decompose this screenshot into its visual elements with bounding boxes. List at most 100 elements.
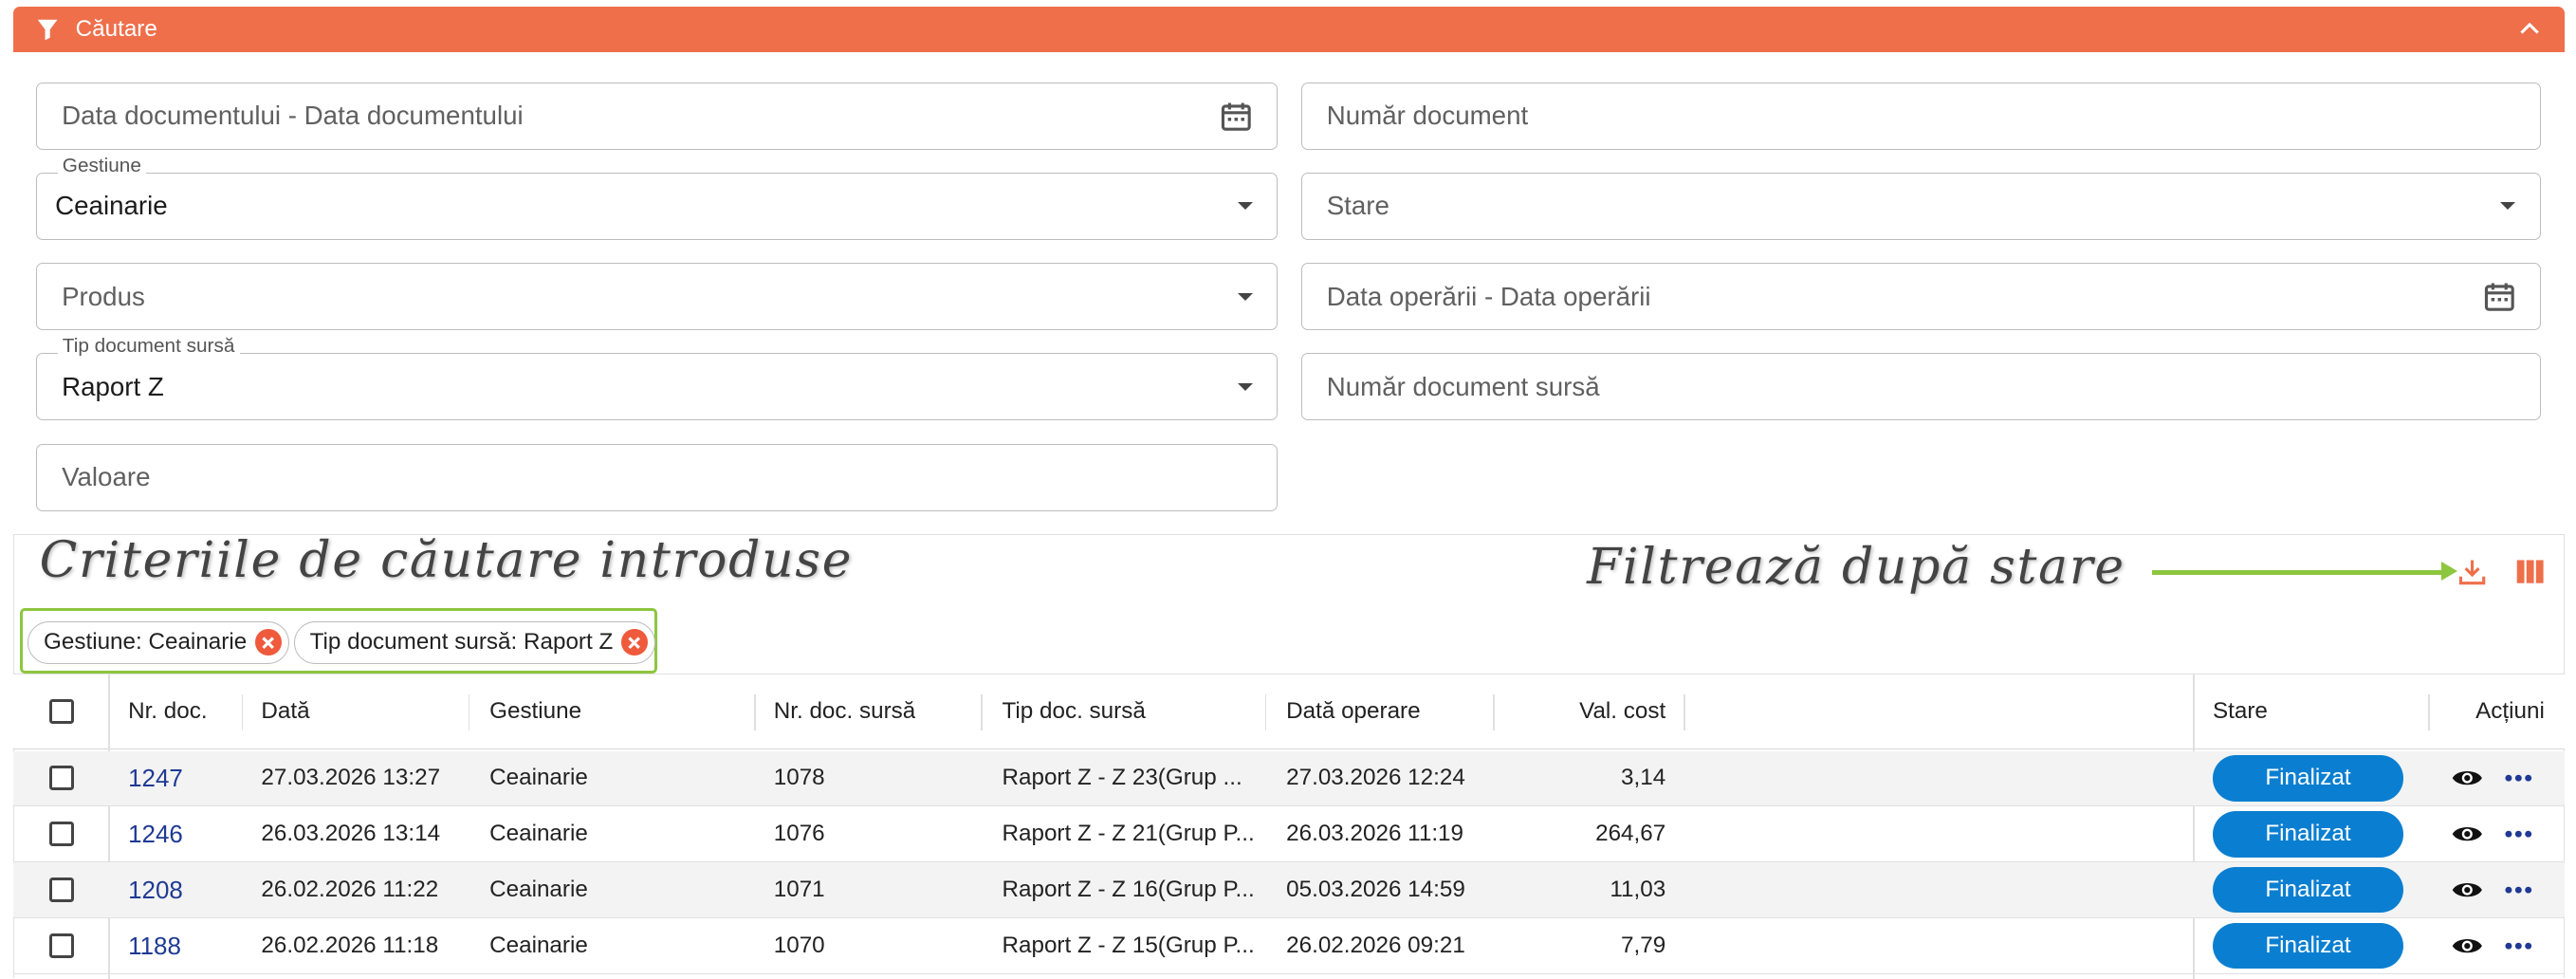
- gestiune-value: Ceainarie: [55, 191, 168, 221]
- cell-nr-doc-sursa: 1070: [773, 933, 825, 959]
- col-header-val-cost[interactable]: Val. cost: [1511, 674, 1665, 748]
- cell-nr-doc-sursa: 1076: [773, 821, 825, 847]
- doc-number-field[interactable]: Număr document: [1300, 82, 2542, 150]
- cell-data-operare: 26.02.2026 09:21: [1286, 933, 1465, 959]
- col-header-tip-doc-sursa[interactable]: Tip doc. sursă: [1003, 674, 1146, 748]
- valoare-placeholder: Valoare: [62, 462, 151, 492]
- status-badge[interactable]: Finalizat: [2212, 811, 2403, 858]
- table-header-row: Nr. doc. Dată Gestiune Nr. doc. sursă Ti…: [12, 674, 2565, 979]
- more-icon[interactable]: [2502, 818, 2535, 851]
- table-row[interactable]: 1188 26.02.2026 11:18 Ceainarie 1070 Rap…: [12, 918, 2565, 975]
- search-panel-header[interactable]: Căutare: [12, 6, 2565, 53]
- cell-gestiune: Ceainarie: [489, 933, 588, 959]
- doc-date-range-field[interactable]: Data documentului - Data documentului: [36, 82, 1279, 150]
- more-icon[interactable]: [2502, 762, 2535, 795]
- close-circle-icon[interactable]: [254, 629, 282, 656]
- stare-select[interactable]: Stare: [1300, 172, 2542, 240]
- doc-number-link[interactable]: 1188: [128, 918, 181, 973]
- cell-gestiune: Ceainarie: [489, 877, 588, 903]
- table-row[interactable]: 1208 26.02.2026 11:22 Ceainarie 1071 Rap…: [12, 862, 2565, 919]
- status-badge[interactable]: Finalizat: [2212, 866, 2403, 914]
- cell-data-operare: 27.03.2026 12:24: [1286, 765, 1465, 791]
- doc-number-link[interactable]: 1247: [128, 751, 183, 806]
- annotation-arrow-head: [2440, 562, 2457, 582]
- annotation-criteria: Criteriile de căutare introduse: [39, 532, 854, 590]
- status-badge[interactable]: Finalizat: [2212, 922, 2403, 970]
- filter-chip-gestiune[interactable]: Gestiune: Ceainarie: [28, 620, 289, 664]
- calendar-icon[interactable]: [2483, 280, 2516, 313]
- cell-tip-doc-sursa: Raport Z - Z 21(Grup P...: [1002, 821, 1255, 847]
- cell-val-cost: 11,03: [1610, 877, 1666, 903]
- cell-val-cost: 264,67: [1595, 821, 1666, 847]
- select-all-checkbox[interactable]: [48, 698, 74, 724]
- cell-val-cost: 3,14: [1621, 765, 1666, 791]
- col-header-nr-doc[interactable]: Nr. doc.: [128, 674, 208, 748]
- op-date-placeholder: Data operării - Data operării: [1326, 281, 1651, 311]
- nr-doc-sursa-placeholder: Număr document sursă: [1326, 371, 1600, 401]
- eye-icon[interactable]: [2451, 818, 2484, 851]
- download-icon[interactable]: [2457, 557, 2487, 586]
- doc-number-link[interactable]: 1246: [128, 806, 183, 861]
- more-icon[interactable]: [2502, 874, 2535, 907]
- status-badge[interactable]: Finalizat: [2212, 755, 2403, 802]
- produs-placeholder: Produs: [62, 281, 145, 311]
- cell-val-cost: 7,79: [1621, 933, 1666, 959]
- gestiune-label: Gestiune: [57, 156, 147, 176]
- search-panel-title: Căutare: [75, 16, 157, 43]
- cell-data: 26.03.2026 13:14: [261, 821, 441, 847]
- chip-label: Gestiune: Ceainarie: [44, 629, 248, 656]
- cell-gestiune: Ceainarie: [489, 765, 588, 791]
- cell-tip-doc-sursa: Raport Z - Z 15(Grup P...: [1002, 933, 1255, 959]
- row-checkbox[interactable]: [48, 877, 74, 903]
- caret-down-icon: [1237, 292, 1253, 301]
- cell-data: 26.02.2026 11:18: [261, 933, 439, 959]
- cell-data: 27.03.2026 13:27: [261, 765, 441, 791]
- valoare-field[interactable]: Valoare: [36, 443, 1279, 511]
- caret-down-icon: [1237, 382, 1253, 391]
- op-date-range-field[interactable]: Data operării - Data operării: [1300, 263, 2542, 331]
- eye-icon[interactable]: [2451, 762, 2484, 795]
- row-checkbox[interactable]: [48, 822, 74, 847]
- cell-nr-doc-sursa: 1071: [773, 877, 825, 903]
- col-header-actiuni: Acțiuni: [2475, 697, 2545, 724]
- filter-icon: [36, 18, 59, 41]
- annotation-filter: Filtrează după stare: [1587, 539, 2125, 597]
- produs-select[interactable]: Produs: [36, 263, 1279, 331]
- filter-chip-tip-doc-sursa[interactable]: Tip document sursă: Raport Z: [294, 620, 655, 664]
- tip-doc-sursa-label: Tip document sursă: [57, 336, 240, 357]
- col-header-nr-doc-sursa[interactable]: Nr. doc. sursă: [774, 674, 916, 748]
- chevron-up-icon[interactable]: [2518, 18, 2541, 41]
- cell-data-operare: 26.03.2026 11:19: [1286, 821, 1464, 847]
- cell-gestiune: Ceainarie: [489, 821, 588, 847]
- doc-number-placeholder: Număr document: [1326, 101, 1529, 131]
- caret-down-icon: [2500, 202, 2516, 210]
- table-row[interactable]: 1247 27.03.2026 13:27 Ceainarie 1078 Rap…: [12, 750, 2565, 807]
- col-header-gestiune[interactable]: Gestiune: [489, 674, 581, 748]
- eye-icon[interactable]: [2451, 930, 2484, 963]
- cell-data-operare: 05.03.2026 14:59: [1286, 877, 1465, 903]
- cell-tip-doc-sursa: Raport Z - Z 23(Grup ...: [1002, 765, 1242, 791]
- stare-placeholder: Stare: [1326, 191, 1389, 221]
- cell-tip-doc-sursa: Raport Z - Z 16(Grup P...: [1002, 877, 1255, 903]
- tip-doc-sursa-select[interactable]: Raport Z: [36, 353, 1279, 421]
- caret-down-icon: [1237, 202, 1253, 210]
- gestiune-select[interactable]: Ceainarie: [36, 172, 1279, 240]
- calendar-icon[interactable]: [1220, 100, 1253, 133]
- col-header-data[interactable]: Dată: [261, 674, 309, 748]
- columns-icon[interactable]: [2515, 557, 2545, 586]
- table-row[interactable]: 1246 26.03.2026 13:14 Ceainarie 1076 Rap…: [12, 806, 2565, 863]
- doc-number-link[interactable]: 1208: [128, 862, 183, 917]
- tip-doc-sursa-value: Raport Z: [62, 371, 164, 401]
- doc-date-placeholder: Data documentului - Data documentului: [62, 101, 524, 131]
- chip-label: Tip document sursă: Raport Z: [309, 629, 614, 656]
- annotation-arrow: [2151, 570, 2445, 576]
- row-checkbox[interactable]: [48, 933, 74, 959]
- nr-doc-sursa-field[interactable]: Număr document sursă: [1300, 353, 2542, 421]
- close-circle-icon[interactable]: [620, 629, 648, 656]
- col-header-stare[interactable]: Stare: [2213, 674, 2268, 748]
- eye-icon[interactable]: [2451, 874, 2484, 907]
- more-icon[interactable]: [2502, 930, 2535, 963]
- row-checkbox[interactable]: [48, 766, 74, 791]
- cell-data: 26.02.2026 11:22: [261, 877, 439, 903]
- col-header-data-operare[interactable]: Dată operare: [1286, 674, 1420, 748]
